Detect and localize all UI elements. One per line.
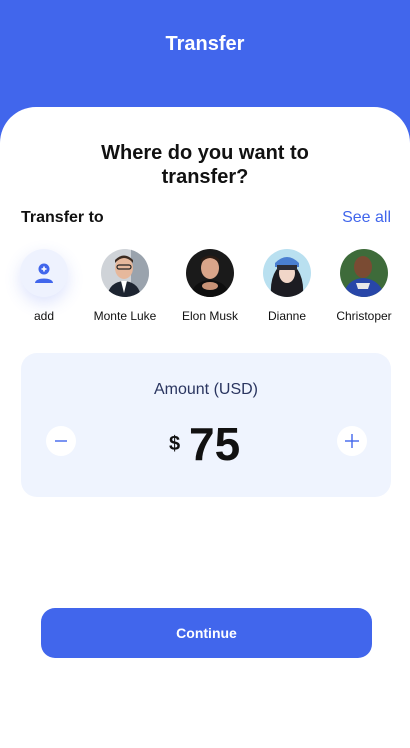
avatar	[263, 249, 311, 297]
add-user-icon	[35, 263, 53, 283]
transfer-to-label: Transfer to	[21, 209, 104, 226]
see-all-link[interactable]: See all	[342, 209, 391, 227]
avatar	[186, 249, 234, 297]
add-user-button[interactable]	[20, 249, 68, 297]
minus-icon	[55, 440, 67, 442]
page-title: Transfer	[165, 33, 245, 55]
increment-button[interactable]	[337, 426, 367, 456]
currency-symbol: $	[169, 433, 181, 455]
decrement-button[interactable]	[46, 426, 76, 456]
amount-value[interactable]: 75	[189, 417, 240, 471]
amount-label: Amount (USD)	[153, 381, 259, 398]
avatar	[340, 249, 388, 297]
plus-icon	[345, 434, 359, 448]
amount-panel: Amount (USD) $ 75	[21, 353, 391, 497]
recipient-name: Christoper	[336, 309, 392, 323]
recipient-christoper[interactable]: Christoper	[314, 249, 410, 323]
transfer-headline: Where do you want to transfer?	[0, 141, 410, 189]
headline-text: Where do you want to transfer?	[101, 142, 309, 188]
continue-button[interactable]: Continue	[41, 608, 372, 658]
avatar	[101, 249, 149, 297]
